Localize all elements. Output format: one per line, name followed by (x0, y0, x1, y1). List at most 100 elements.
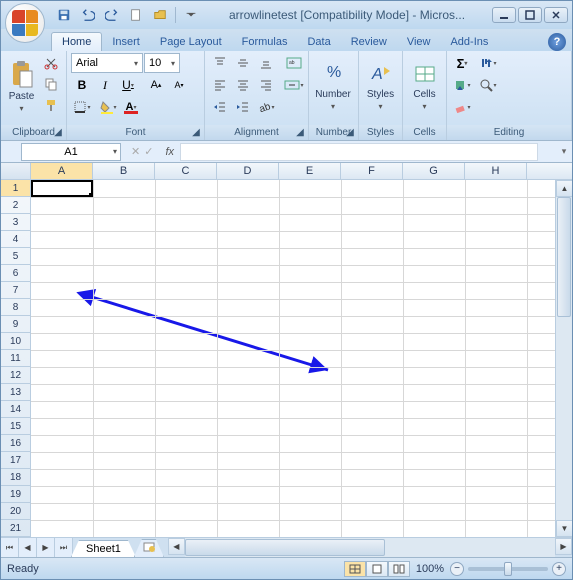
font-dialog-launcher[interactable]: ◢ (190, 127, 202, 139)
copy-button[interactable] (40, 74, 62, 94)
column-header[interactable]: H (465, 163, 527, 179)
enter-formula-icon[interactable]: ✓ (144, 145, 153, 158)
scroll-right-button[interactable]: ▶ (555, 538, 572, 555)
help-button[interactable]: ? (548, 33, 566, 51)
scroll-left-button[interactable]: ◀ (168, 538, 185, 555)
increase-indent-button[interactable] (232, 97, 254, 117)
merge-center-button[interactable]: ▾ (283, 75, 305, 95)
font-name-combo[interactable]: Arial▾ (71, 53, 143, 73)
row-header[interactable]: 21 (1, 520, 30, 537)
scroll-down-button[interactable]: ▼ (556, 520, 572, 537)
tab-home[interactable]: Home (51, 32, 102, 51)
next-sheet-button[interactable]: ▶ (37, 538, 55, 557)
orientation-button[interactable]: ab▾ (255, 97, 277, 117)
open-button[interactable] (149, 5, 171, 25)
page-layout-view-button[interactable] (366, 561, 388, 577)
column-header[interactable]: F (341, 163, 403, 179)
maximize-button[interactable] (518, 7, 542, 23)
expand-formula-bar-button[interactable]: ▾ (556, 146, 572, 157)
row-header[interactable]: 15 (1, 418, 30, 435)
styles-button[interactable]: AStyles▾ (363, 53, 398, 119)
align-top-button[interactable] (209, 53, 231, 73)
vertical-scroll-thumb[interactable] (557, 197, 571, 317)
column-header[interactable]: A (31, 163, 93, 179)
row-header[interactable]: 9 (1, 316, 30, 333)
wrap-text-button[interactable]: ab (283, 53, 305, 73)
autosum-button[interactable]: Σ▾ (451, 53, 473, 73)
tab-page-layout[interactable]: Page Layout (150, 33, 232, 51)
save-button[interactable] (53, 5, 75, 25)
bold-button[interactable]: B (71, 75, 93, 95)
row-header[interactable]: 17 (1, 452, 30, 469)
number-dialog-launcher[interactable]: ◢ (344, 127, 356, 139)
row-header[interactable]: 18 (1, 469, 30, 486)
horizontal-scroll-thumb[interactable] (185, 539, 385, 556)
new-sheet-button[interactable] (134, 539, 164, 557)
row-header[interactable]: 20 (1, 503, 30, 520)
row-header[interactable]: 12 (1, 367, 30, 384)
italic-button[interactable]: I (94, 75, 116, 95)
grow-font-button[interactable]: A▴ (145, 75, 167, 95)
column-header[interactable]: D (217, 163, 279, 179)
paste-button[interactable]: Paste ▾ (5, 53, 38, 119)
zoom-out-button[interactable]: − (450, 562, 464, 576)
horizontal-scrollbar[interactable]: ◀ ▶ (168, 538, 572, 557)
align-left-button[interactable] (209, 75, 231, 95)
cells-button[interactable]: Cells▾ (407, 53, 442, 119)
font-size-combo[interactable]: 10▾ (144, 53, 180, 73)
prev-sheet-button[interactable]: ◀ (19, 538, 37, 557)
alignment-dialog-launcher[interactable]: ◢ (294, 127, 306, 139)
row-header[interactable]: 11 (1, 350, 30, 367)
row-header[interactable]: 10 (1, 333, 30, 350)
row-header[interactable]: 5 (1, 248, 30, 265)
zoom-in-button[interactable]: + (552, 562, 566, 576)
scroll-up-button[interactable]: ▲ (556, 180, 572, 197)
name-box[interactable]: A1▾ (21, 143, 121, 161)
page-break-view-button[interactable] (388, 561, 410, 577)
redo-button[interactable] (101, 5, 123, 25)
zoom-slider[interactable] (468, 567, 548, 571)
sheet-tab-sheet1[interactable]: Sheet1 (71, 540, 136, 557)
row-header[interactable]: 13 (1, 384, 30, 401)
format-painter-button[interactable] (40, 95, 62, 115)
last-sheet-button[interactable]: ⏭ (55, 538, 73, 557)
tab-insert[interactable]: Insert (102, 33, 150, 51)
align-right-button[interactable] (255, 75, 277, 95)
cancel-formula-icon[interactable]: ✕ (131, 145, 140, 158)
row-header[interactable]: 7 (1, 282, 30, 299)
borders-button[interactable]: ▾ (71, 97, 93, 117)
font-color-button[interactable]: A▾ (120, 97, 142, 117)
shrink-font-button[interactable]: A▾ (168, 75, 190, 95)
row-header[interactable]: 1 (1, 180, 30, 197)
align-center-button[interactable] (232, 75, 254, 95)
align-middle-button[interactable] (232, 53, 254, 73)
normal-view-button[interactable] (344, 561, 366, 577)
underline-button[interactable]: U▾ (117, 75, 139, 95)
number-format-button[interactable]: %Number▾ (313, 53, 353, 119)
worksheet-cells[interactable] (31, 180, 555, 537)
row-header[interactable]: 19 (1, 486, 30, 503)
qat-customize-button[interactable] (180, 5, 202, 25)
row-header[interactable]: 14 (1, 401, 30, 418)
column-header[interactable]: C (155, 163, 217, 179)
first-sheet-button[interactable]: ⏮ (1, 538, 19, 557)
tab-review[interactable]: Review (341, 33, 397, 51)
clipboard-dialog-launcher[interactable]: ◢ (52, 127, 64, 139)
tab-data[interactable]: Data (297, 33, 340, 51)
row-header[interactable]: 2 (1, 197, 30, 214)
decrease-indent-button[interactable] (209, 97, 231, 117)
tab-formulas[interactable]: Formulas (232, 33, 298, 51)
clear-button[interactable]: ▾ (451, 97, 473, 117)
close-button[interactable] (544, 7, 568, 23)
cut-button[interactable] (40, 53, 62, 73)
fill-color-button[interactable]: ▾ (97, 97, 119, 117)
row-header[interactable]: 3 (1, 214, 30, 231)
zoom-level-text[interactable]: 100% (416, 563, 444, 575)
align-bottom-button[interactable] (255, 53, 277, 73)
row-header[interactable]: 16 (1, 435, 30, 452)
sort-filter-button[interactable]: ▾ (474, 53, 502, 73)
row-header[interactable]: 6 (1, 265, 30, 282)
row-header[interactable]: 8 (1, 299, 30, 316)
vertical-scrollbar[interactable]: ▲ ▼ (555, 180, 572, 537)
column-header[interactable]: B (93, 163, 155, 179)
